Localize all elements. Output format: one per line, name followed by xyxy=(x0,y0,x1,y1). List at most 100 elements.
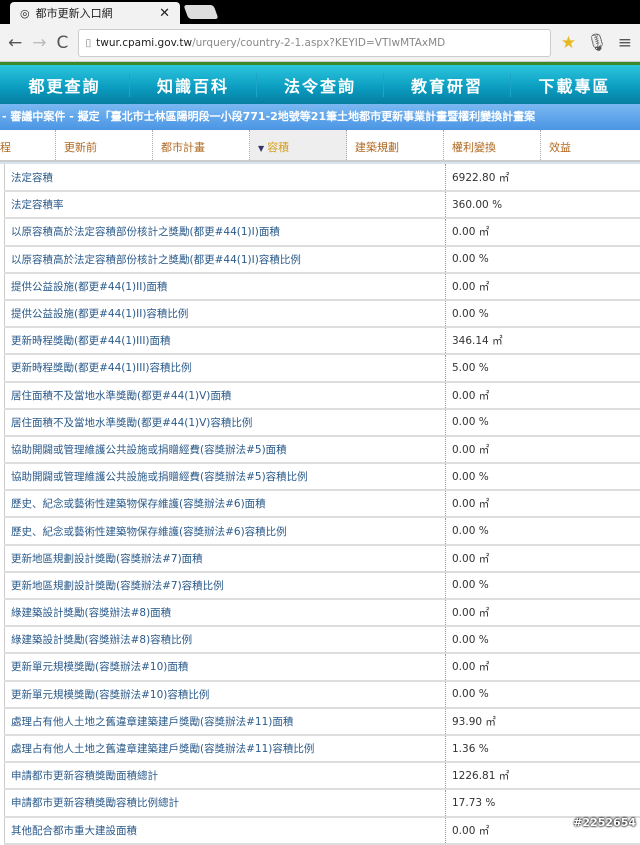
row-label: 更新單元規模獎勵(容獎辦法#10)容積比例 xyxy=(5,681,446,708)
subtab[interactable]: 都市計畫 xyxy=(153,130,250,160)
table-row: 更新地區規劃設計獎勵(容獎辦法#7)面積0.00 ㎡ xyxy=(5,545,640,572)
nav-item[interactable]: 教育研習 xyxy=(384,73,511,97)
subtab[interactable]: 建築規劃 xyxy=(347,130,444,160)
row-value: 0.00 ㎡ xyxy=(446,490,640,517)
row-value: 0.00 ㎡ xyxy=(446,382,640,409)
back-icon[interactable]: ← xyxy=(8,33,22,53)
table-row: 其他配合都市重大建設面積0.00 ㎡ xyxy=(5,817,640,844)
table-row: 居住面積不及當地水準獎勵(都更#44(1)V)容積比例0.00 % xyxy=(5,409,640,436)
table-row: 更新地區規劃設計獎勵(容獎辦法#7)容積比例0.00 % xyxy=(5,572,640,599)
table-row: 居住面積不及當地水準獎勵(都更#44(1)V)面積0.00 ㎡ xyxy=(5,382,640,409)
subtab[interactable]: 更新前 xyxy=(56,130,153,160)
table-row: 法定容積6922.80 ㎡ xyxy=(5,164,640,191)
address-bar[interactable]: ▯ twur.cpami.gov.tw/urquery/country-2-1.… xyxy=(78,29,551,57)
row-label: 以原容積高於法定容積部份核計之獎勵(都更#44(1)I)面積 xyxy=(5,218,446,245)
url-path: /urquery/country-2-1.aspx?KEYID=VTIwMTAx… xyxy=(192,37,445,49)
row-value: 0.00 % xyxy=(446,517,640,544)
table-row: 更新單元規模獎勵(容獎辦法#10)容積比例0.00 % xyxy=(5,681,640,708)
row-label: 居住面積不及當地水準獎勵(都更#44(1)V)容積比例 xyxy=(5,409,446,436)
row-label: 以原容積高於法定容積部份核計之獎勵(都更#44(1)I)容積比例 xyxy=(5,246,446,273)
row-label: 更新單元規模獎勵(容獎辦法#10)面積 xyxy=(5,653,446,680)
floor-area-table: 法定容積6922.80 ㎡法定容積率360.00 %以原容積高於法定容積部份核計… xyxy=(4,164,640,845)
subtab-label: 容積 xyxy=(267,141,289,154)
star-icon[interactable]: ★ xyxy=(561,33,576,53)
row-value: 5.00 % xyxy=(446,354,640,381)
row-label: 處理占有他人土地之舊違章建築建戶獎勵(容獎辦法#11)容積比例 xyxy=(5,735,446,762)
table-row: 更新時程獎勵(都更#44(1)III)面積346.14 ㎡ xyxy=(5,327,640,354)
microphone-icon[interactable]: 🎙 xyxy=(586,33,608,53)
table-row: 協助開闢或管理維護公共設施或捐贈經費(容獎辦法#5)面積0.00 ㎡ xyxy=(5,436,640,463)
new-tab-button[interactable] xyxy=(183,5,218,19)
table-row: 以原容積高於法定容積部份核計之獎勵(都更#44(1)I)容積比例0.00 % xyxy=(5,246,640,273)
browser-tab[interactable]: ◎ 都市更新入口網 ✕ xyxy=(10,2,180,24)
row-label: 提供公益設施(都更#44(1)II)容積比例 xyxy=(5,300,446,327)
row-label: 協助開闢或管理維護公共設施或捐贈經費(容獎辦法#5)容積比例 xyxy=(5,463,446,490)
subtab[interactable]: 程 xyxy=(0,130,56,160)
row-label: 提供公益設施(都更#44(1)II)面積 xyxy=(5,273,446,300)
row-value: 0.00 % xyxy=(446,409,640,436)
row-label: 歷史、紀念或藝術性建築物保存維護(容獎辦法#6)容積比例 xyxy=(5,517,446,544)
table-row: 以原容積高於法定容積部份核計之獎勵(都更#44(1)I)面積0.00 ㎡ xyxy=(5,218,640,245)
row-value: 1226.81 ㎡ xyxy=(446,762,640,789)
subtab-active[interactable]: ▼容積 xyxy=(250,130,347,160)
close-tab-icon[interactable]: ✕ xyxy=(159,6,170,21)
table-row: 申請都市更新容積獎勵容積比例總計17.73 % xyxy=(5,789,640,816)
row-value: 360.00 % xyxy=(446,191,640,218)
row-label: 更新地區規劃設計獎勵(容獎辦法#7)容積比例 xyxy=(5,572,446,599)
row-value: 6922.80 ㎡ xyxy=(446,164,640,191)
triangle-down-icon: ▼ xyxy=(258,144,264,153)
subtab[interactable]: 效益 xyxy=(541,130,638,160)
table-row: 法定容積率360.00 % xyxy=(5,191,640,218)
nav-item[interactable]: 下載專區 xyxy=(511,73,638,97)
nav-item[interactable]: 知識百科 xyxy=(130,73,257,97)
row-value: 0.00 ㎡ xyxy=(446,273,640,300)
row-value: 93.90 ㎡ xyxy=(446,708,640,735)
table-row: 綠建築設計獎勵(容獎辦法#8)容積比例0.00 % xyxy=(5,626,640,653)
row-value: 1.36 % xyxy=(446,735,640,762)
page-icon: ▯ xyxy=(85,37,91,49)
site-nav: 都更查詢 知識百科 法令查詢 教育研習 下載專區 xyxy=(0,62,640,104)
menu-icon[interactable]: ≡ xyxy=(618,33,632,53)
row-value: 0.00 % xyxy=(446,681,640,708)
row-label: 申請都市更新容積獎勵面積總計 xyxy=(5,762,446,789)
row-value: 17.73 % xyxy=(446,789,640,816)
globe-icon: ◎ xyxy=(20,7,30,20)
subtab[interactable]: 權利變換 xyxy=(444,130,541,160)
row-label: 居住面積不及當地水準獎勵(都更#44(1)V)面積 xyxy=(5,382,446,409)
row-value: 346.14 ㎡ xyxy=(446,327,640,354)
row-label: 法定容積 xyxy=(5,164,446,191)
nav-item[interactable]: 法令查詢 xyxy=(257,73,384,97)
row-value: 0.00 % xyxy=(446,572,640,599)
row-label: 更新時程獎勵(都更#44(1)III)面積 xyxy=(5,327,446,354)
table-row: 歷史、紀念或藝術性建築物保存維護(容獎辦法#6)容積比例0.00 % xyxy=(5,517,640,544)
row-label: 處理占有他人土地之舊違章建築建戶獎勵(容獎辦法#11)面積 xyxy=(5,708,446,735)
row-value: 0.00 ㎡ xyxy=(446,599,640,626)
nav-item[interactable]: 都更查詢 xyxy=(0,73,130,97)
table-row: 更新單元規模獎勵(容獎辦法#10)面積0.00 ㎡ xyxy=(5,653,640,680)
row-label: 申請都市更新容積獎勵容積比例總計 xyxy=(5,789,446,816)
table-row: 綠建築設計獎勵(容獎辦法#8)面積0.00 ㎡ xyxy=(5,599,640,626)
row-label: 綠建築設計獎勵(容獎辦法#8)容積比例 xyxy=(5,626,446,653)
row-value: 0.00 ㎡ xyxy=(446,436,640,463)
table-row: 更新時程獎勵(都更#44(1)III)容積比例5.00 % xyxy=(5,354,640,381)
table-row: 處理占有他人土地之舊違章建築建戶獎勵(容獎辦法#11)面積93.90 ㎡ xyxy=(5,708,640,735)
row-value: 0.00 ㎡ xyxy=(446,653,640,680)
forward-icon[interactable]: → xyxy=(32,33,46,53)
table-row: 申請都市更新容積獎勵面積總計1226.81 ㎡ xyxy=(5,762,640,789)
table-row: 協助開闢或管理維護公共設施或捐贈經費(容獎辦法#5)容積比例0.00 % xyxy=(5,463,640,490)
url-host: twur.cpami.gov.tw xyxy=(96,37,192,49)
table-row: 處理占有他人土地之舊違章建築建戶獎勵(容獎辦法#11)容積比例1.36 % xyxy=(5,735,640,762)
watermark: #2252654 xyxy=(573,816,636,829)
row-value: 0.00 ㎡ xyxy=(446,545,640,572)
row-value: 0.00 % xyxy=(446,463,640,490)
table-row: 提供公益設施(都更#44(1)II)面積0.00 ㎡ xyxy=(5,273,640,300)
row-value: 0.00 % xyxy=(446,626,640,653)
reload-icon[interactable]: C xyxy=(57,33,69,53)
row-label: 其他配合都市重大建設面積 xyxy=(5,817,446,844)
row-value: 0.00 % xyxy=(446,300,640,327)
tab-title: 都市更新入口網 xyxy=(36,5,113,21)
row-label: 法定容積率 xyxy=(5,191,446,218)
row-label: 綠建築設計獎勵(容獎辦法#8)面積 xyxy=(5,599,446,626)
row-label: 歷史、紀念或藝術性建築物保存維護(容獎辦法#6)面積 xyxy=(5,490,446,517)
row-label: 更新時程獎勵(都更#44(1)III)容積比例 xyxy=(5,354,446,381)
